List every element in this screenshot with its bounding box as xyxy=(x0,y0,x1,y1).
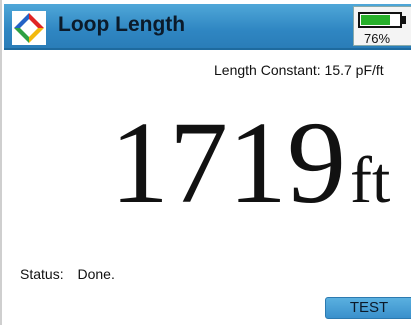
device-screen: Loop Length 76% Length Constant: 15.7 pF… xyxy=(0,0,411,325)
test-button[interactable]: TEST xyxy=(325,297,411,319)
length-constant-value: 15.7 pF/ft xyxy=(324,62,384,78)
page-title: Loop Length xyxy=(58,13,186,36)
reading-unit: ft xyxy=(350,144,391,217)
length-constant-label: Length Constant: xyxy=(214,62,321,78)
status-value: Done. xyxy=(77,266,115,282)
battery-percent: 76% xyxy=(364,31,391,46)
battery-indicator: 76% xyxy=(353,6,411,46)
status-line: Status: Done. xyxy=(20,266,115,282)
diamond-logo-icon xyxy=(12,11,46,45)
status-label: Status: xyxy=(20,266,64,282)
battery-terminal xyxy=(402,16,406,24)
length-constant: Length Constant: 15.7 pF/ft xyxy=(214,62,384,78)
battery-icon xyxy=(358,12,402,28)
loop-length-reading: 1719ft xyxy=(110,98,390,228)
reading-value: 1719 xyxy=(110,97,346,228)
battery-fill xyxy=(361,15,390,25)
title-bar: Loop Length 76% xyxy=(4,4,411,50)
